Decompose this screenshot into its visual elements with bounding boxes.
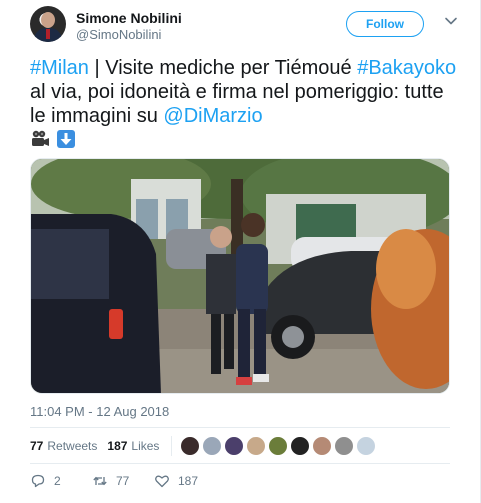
divider <box>30 463 450 464</box>
retweet-icon <box>93 476 107 486</box>
tweet-text-segment: | Visite mediche per Tiémoué <box>88 57 358 79</box>
liker-avatar[interactable] <box>224 436 245 456</box>
liker-avatar[interactable] <box>202 436 223 456</box>
tweet-stats: 77 Retweets 187 Likes <box>30 436 378 456</box>
chevron-down-icon[interactable] <box>444 14 458 28</box>
retweets-label: Retweets <box>47 439 98 453</box>
retweet-count: 77 <box>116 474 130 488</box>
retweets-count: 77 <box>30 439 44 453</box>
photo-scene <box>31 159 449 393</box>
hashtag-milan[interactable]: #Milan <box>30 57 89 79</box>
author-handle[interactable]: @SimoNobilini <box>76 27 161 42</box>
liker-avatar[interactable] <box>180 436 201 456</box>
tweet-actions: 2 77 187 <box>30 471 216 491</box>
like-count: 187 <box>178 474 199 488</box>
mention-dimarzio[interactable]: @DiMarzio <box>163 105 262 127</box>
liker-avatar[interactable] <box>290 436 311 456</box>
liker-avatar[interactable] <box>334 436 355 456</box>
liker-avatar[interactable] <box>246 436 267 456</box>
author-name[interactable]: Simone Nobilini <box>76 10 182 26</box>
liker-avatar[interactable] <box>268 436 289 456</box>
liker-avatar[interactable] <box>356 436 377 456</box>
like-button[interactable]: 187 <box>154 473 216 489</box>
tweet-card: Simone Nobilini @SimoNobilini Follow #Mi… <box>0 0 481 503</box>
divider <box>30 427 450 428</box>
likes-label: Likes <box>131 439 160 453</box>
stats-separator <box>171 436 173 456</box>
reply-count: 2 <box>54 474 61 488</box>
liker-avatars <box>180 436 378 456</box>
avatar[interactable] <box>30 6 66 42</box>
heart-icon <box>155 475 169 488</box>
down-arrow-icon <box>56 130 75 148</box>
likes-count: 187 <box>107 439 128 453</box>
tweet-timestamp[interactable]: 11:04 PM - 12 Aug 2018 <box>30 404 169 419</box>
liker-avatar[interactable] <box>312 436 333 456</box>
hashtag-bakayoko[interactable]: #Bakayoko <box>357 57 456 79</box>
movie-camera-icon <box>32 130 49 146</box>
tweet-photo[interactable] <box>30 158 450 394</box>
likes-stat[interactable]: 187 Likes <box>107 439 159 453</box>
reply-icon <box>31 474 45 488</box>
reply-button[interactable]: 2 <box>30 473 92 489</box>
retweet-button[interactable]: 77 <box>92 473 154 489</box>
retweets-stat[interactable]: 77 Retweets <box>30 439 97 453</box>
tweet-text: #Milan | Visite mediche per Tiémoué #Bak… <box>30 56 460 152</box>
follow-button[interactable]: Follow <box>346 11 424 37</box>
